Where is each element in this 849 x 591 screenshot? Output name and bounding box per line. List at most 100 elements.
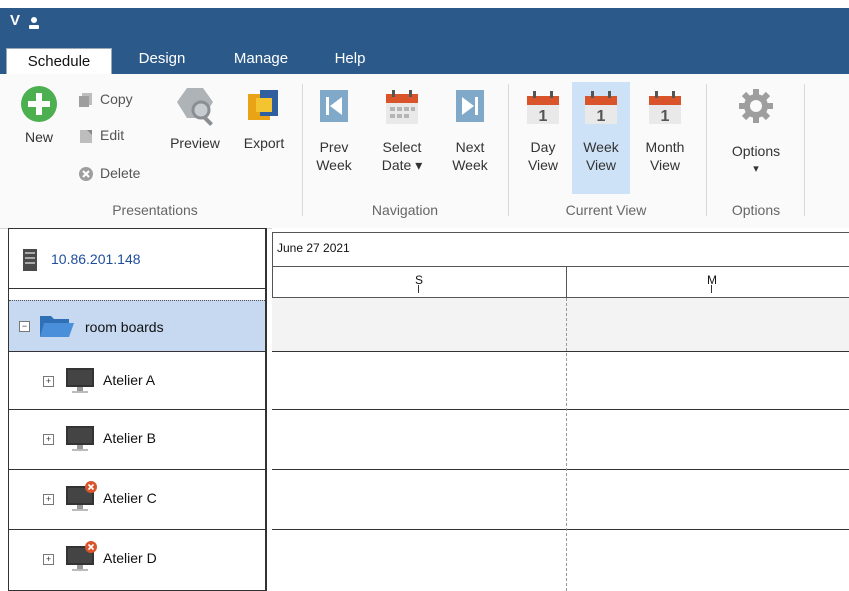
select-date-button[interactable]: Select Date ▾ — [372, 88, 432, 174]
server-label: 10.86.201.148 — [51, 251, 141, 267]
export-label: Export — [243, 135, 285, 151]
next-week-button[interactable]: Next Week — [446, 88, 494, 174]
tab-help[interactable]: Help — [318, 44, 382, 74]
expand-icon[interactable]: + — [43, 494, 54, 505]
app-initial: V — [10, 12, 21, 29]
title-bar: V — [0, 8, 849, 44]
svg-text:1: 1 — [539, 108, 548, 125]
schedule-row[interactable] — [272, 352, 849, 410]
chevron-down-icon: ▾ — [753, 163, 759, 175]
gear-icon — [739, 89, 773, 123]
options-button[interactable]: Options ▾ — [718, 86, 794, 178]
day-tick — [418, 285, 419, 293]
folder-icon — [40, 316, 74, 337]
edit-button[interactable]: Edit — [78, 124, 124, 146]
schedule-date-label: June 27 2021 — [277, 241, 350, 255]
monitor-error-icon — [66, 541, 97, 571]
month-view-label-1: Month — [645, 139, 685, 155]
calendar-day-icon: 1 — [527, 91, 559, 125]
edit-icon — [80, 130, 92, 144]
export-icon — [248, 90, 278, 120]
svg-text:1: 1 — [661, 108, 670, 125]
day-view-button[interactable]: 1 Day View — [516, 82, 570, 174]
top-crop-remnant — [0, 0, 849, 8]
schedule-date-header: June 27 2021 — [272, 232, 849, 266]
tree-item-display[interactable]: + Atelier D — [9, 530, 265, 591]
expand-icon[interactable]: + — [43, 434, 54, 445]
ribbon: New Copy Edit Delete Preview Export Pres… — [0, 74, 849, 229]
folder-label: room boards — [85, 319, 164, 335]
day-boundary-line — [566, 298, 567, 591]
day-view-label-2: View — [527, 157, 559, 173]
group-separator — [706, 84, 707, 216]
select-date-label-2: Date ▾ — [381, 157, 423, 173]
server-icon — [23, 249, 37, 271]
preview-button[interactable]: Preview — [164, 84, 226, 152]
preview-icon — [177, 88, 213, 126]
add-icon — [21, 86, 57, 122]
tree-item-display[interactable]: + Atelier A — [9, 352, 265, 410]
schedule-row[interactable] — [272, 470, 849, 530]
display-label: Atelier D — [103, 550, 157, 566]
group-label-current-view: Current View — [565, 202, 647, 218]
tree-item-server[interactable]: 10.86.201.148 — [9, 228, 265, 289]
prev-week-label-2: Week — [316, 157, 352, 173]
week-view-button[interactable]: 1 Week View — [572, 82, 630, 194]
delete-label: Delete — [100, 165, 141, 181]
monitor-icon — [66, 426, 94, 451]
schedule-row[interactable] — [272, 530, 849, 591]
tree-item-display[interactable]: + Atelier B — [9, 410, 265, 470]
schedule-row[interactable] — [272, 410, 849, 470]
tree-item-display[interactable]: + Atelier C — [9, 470, 265, 530]
group-separator — [804, 84, 805, 216]
copy-icon — [79, 93, 92, 108]
device-tree: 10.86.201.148 − room boards + Atelier A … — [8, 228, 267, 591]
display-label: Atelier C — [103, 490, 157, 506]
monitor-error-icon — [66, 481, 97, 511]
month-view-label-2: View — [649, 157, 681, 173]
day-tick — [711, 285, 712, 293]
expand-icon[interactable]: + — [43, 376, 54, 387]
next-week-label-2: Week — [452, 157, 488, 173]
user-icon[interactable] — [28, 16, 40, 30]
calendar-grid-icon — [386, 90, 418, 124]
options-label: Options — [731, 143, 781, 159]
collapse-icon[interactable]: − — [19, 321, 30, 332]
day-view-label-1: Day — [530, 139, 556, 155]
copy-label: Copy — [100, 91, 133, 107]
day-column-label: M — [707, 273, 717, 287]
month-view-button[interactable]: 1 Month View — [634, 82, 696, 174]
monitor-icon — [66, 368, 94, 393]
day-divider — [566, 267, 567, 299]
group-separator — [302, 84, 303, 216]
group-label-presentations: Presentations — [112, 202, 198, 218]
group-separator — [508, 84, 509, 216]
prev-week-button[interactable]: Prev Week — [310, 88, 358, 174]
tab-manage[interactable]: Manage — [220, 44, 302, 74]
schedule-row-folder[interactable] — [272, 298, 849, 352]
delete-button[interactable]: Delete — [78, 162, 140, 184]
prev-week-label-1: Prev — [319, 139, 349, 155]
display-label: Atelier B — [103, 430, 156, 446]
tab-schedule[interactable]: Schedule — [6, 48, 112, 75]
next-week-icon — [456, 90, 484, 122]
display-label: Atelier A — [103, 372, 156, 388]
prev-week-icon — [320, 90, 348, 122]
export-button[interactable]: Export — [236, 84, 292, 152]
expand-icon[interactable]: + — [43, 554, 54, 565]
next-week-label-1: Next — [455, 139, 485, 155]
new-button[interactable]: New — [14, 84, 64, 146]
calendar-week-icon: 1 — [585, 91, 617, 125]
select-date-label-1: Select — [382, 139, 422, 155]
day-column-label: S — [415, 273, 424, 287]
group-label-options: Options — [731, 202, 781, 218]
calendar-month-icon: 1 — [649, 91, 681, 125]
svg-text:1: 1 — [597, 108, 606, 125]
copy-button[interactable]: Copy — [78, 88, 133, 110]
delete-icon — [79, 167, 93, 182]
week-view-label-1: Week — [583, 139, 619, 155]
tree-item-folder[interactable]: − room boards — [9, 300, 265, 352]
ribbon-tabs: Schedule Design Manage Help — [0, 44, 849, 75]
tab-design[interactable]: Design — [122, 44, 202, 74]
preview-label: Preview — [170, 135, 220, 151]
